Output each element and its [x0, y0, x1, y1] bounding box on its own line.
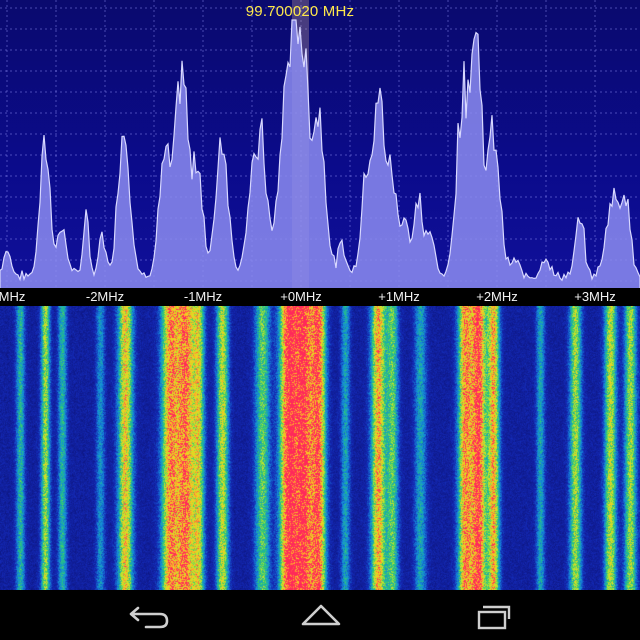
tick-label: +3MHz: [574, 289, 616, 304]
home-icon: [301, 604, 341, 626]
recent-apps-icon: [477, 605, 511, 630]
tick-label: +1MHz: [378, 289, 420, 304]
center-frequency-readout[interactable]: 99.700020 MHz: [0, 3, 600, 20]
recent-apps-button[interactable]: [470, 597, 520, 633]
tick-label: MHz: [0, 289, 26, 304]
spectrum-display[interactable]: 99.700020 MHz: [0, 0, 640, 290]
home-button[interactable]: [296, 597, 346, 633]
tick-label: -2MHz: [85, 289, 125, 304]
frequency-axis: MHz -2MHz -1MHz +0MHz +1MHz +2MHz +3MHz: [0, 288, 640, 306]
waterfall-display[interactable]: [0, 306, 640, 590]
tick-label: -1MHz: [183, 289, 223, 304]
spectrum-graph[interactable]: [0, 0, 640, 290]
sdr-app: 99.700020 MHz MHz -2MHz -1MHz +0MHz +1MH…: [0, 0, 640, 640]
tick-label: +0MHz: [280, 289, 322, 304]
android-navigation-bar: [0, 590, 640, 640]
back-arrow-icon: [129, 606, 169, 629]
tick-label: +2MHz: [476, 289, 518, 304]
back-button[interactable]: [124, 597, 174, 633]
